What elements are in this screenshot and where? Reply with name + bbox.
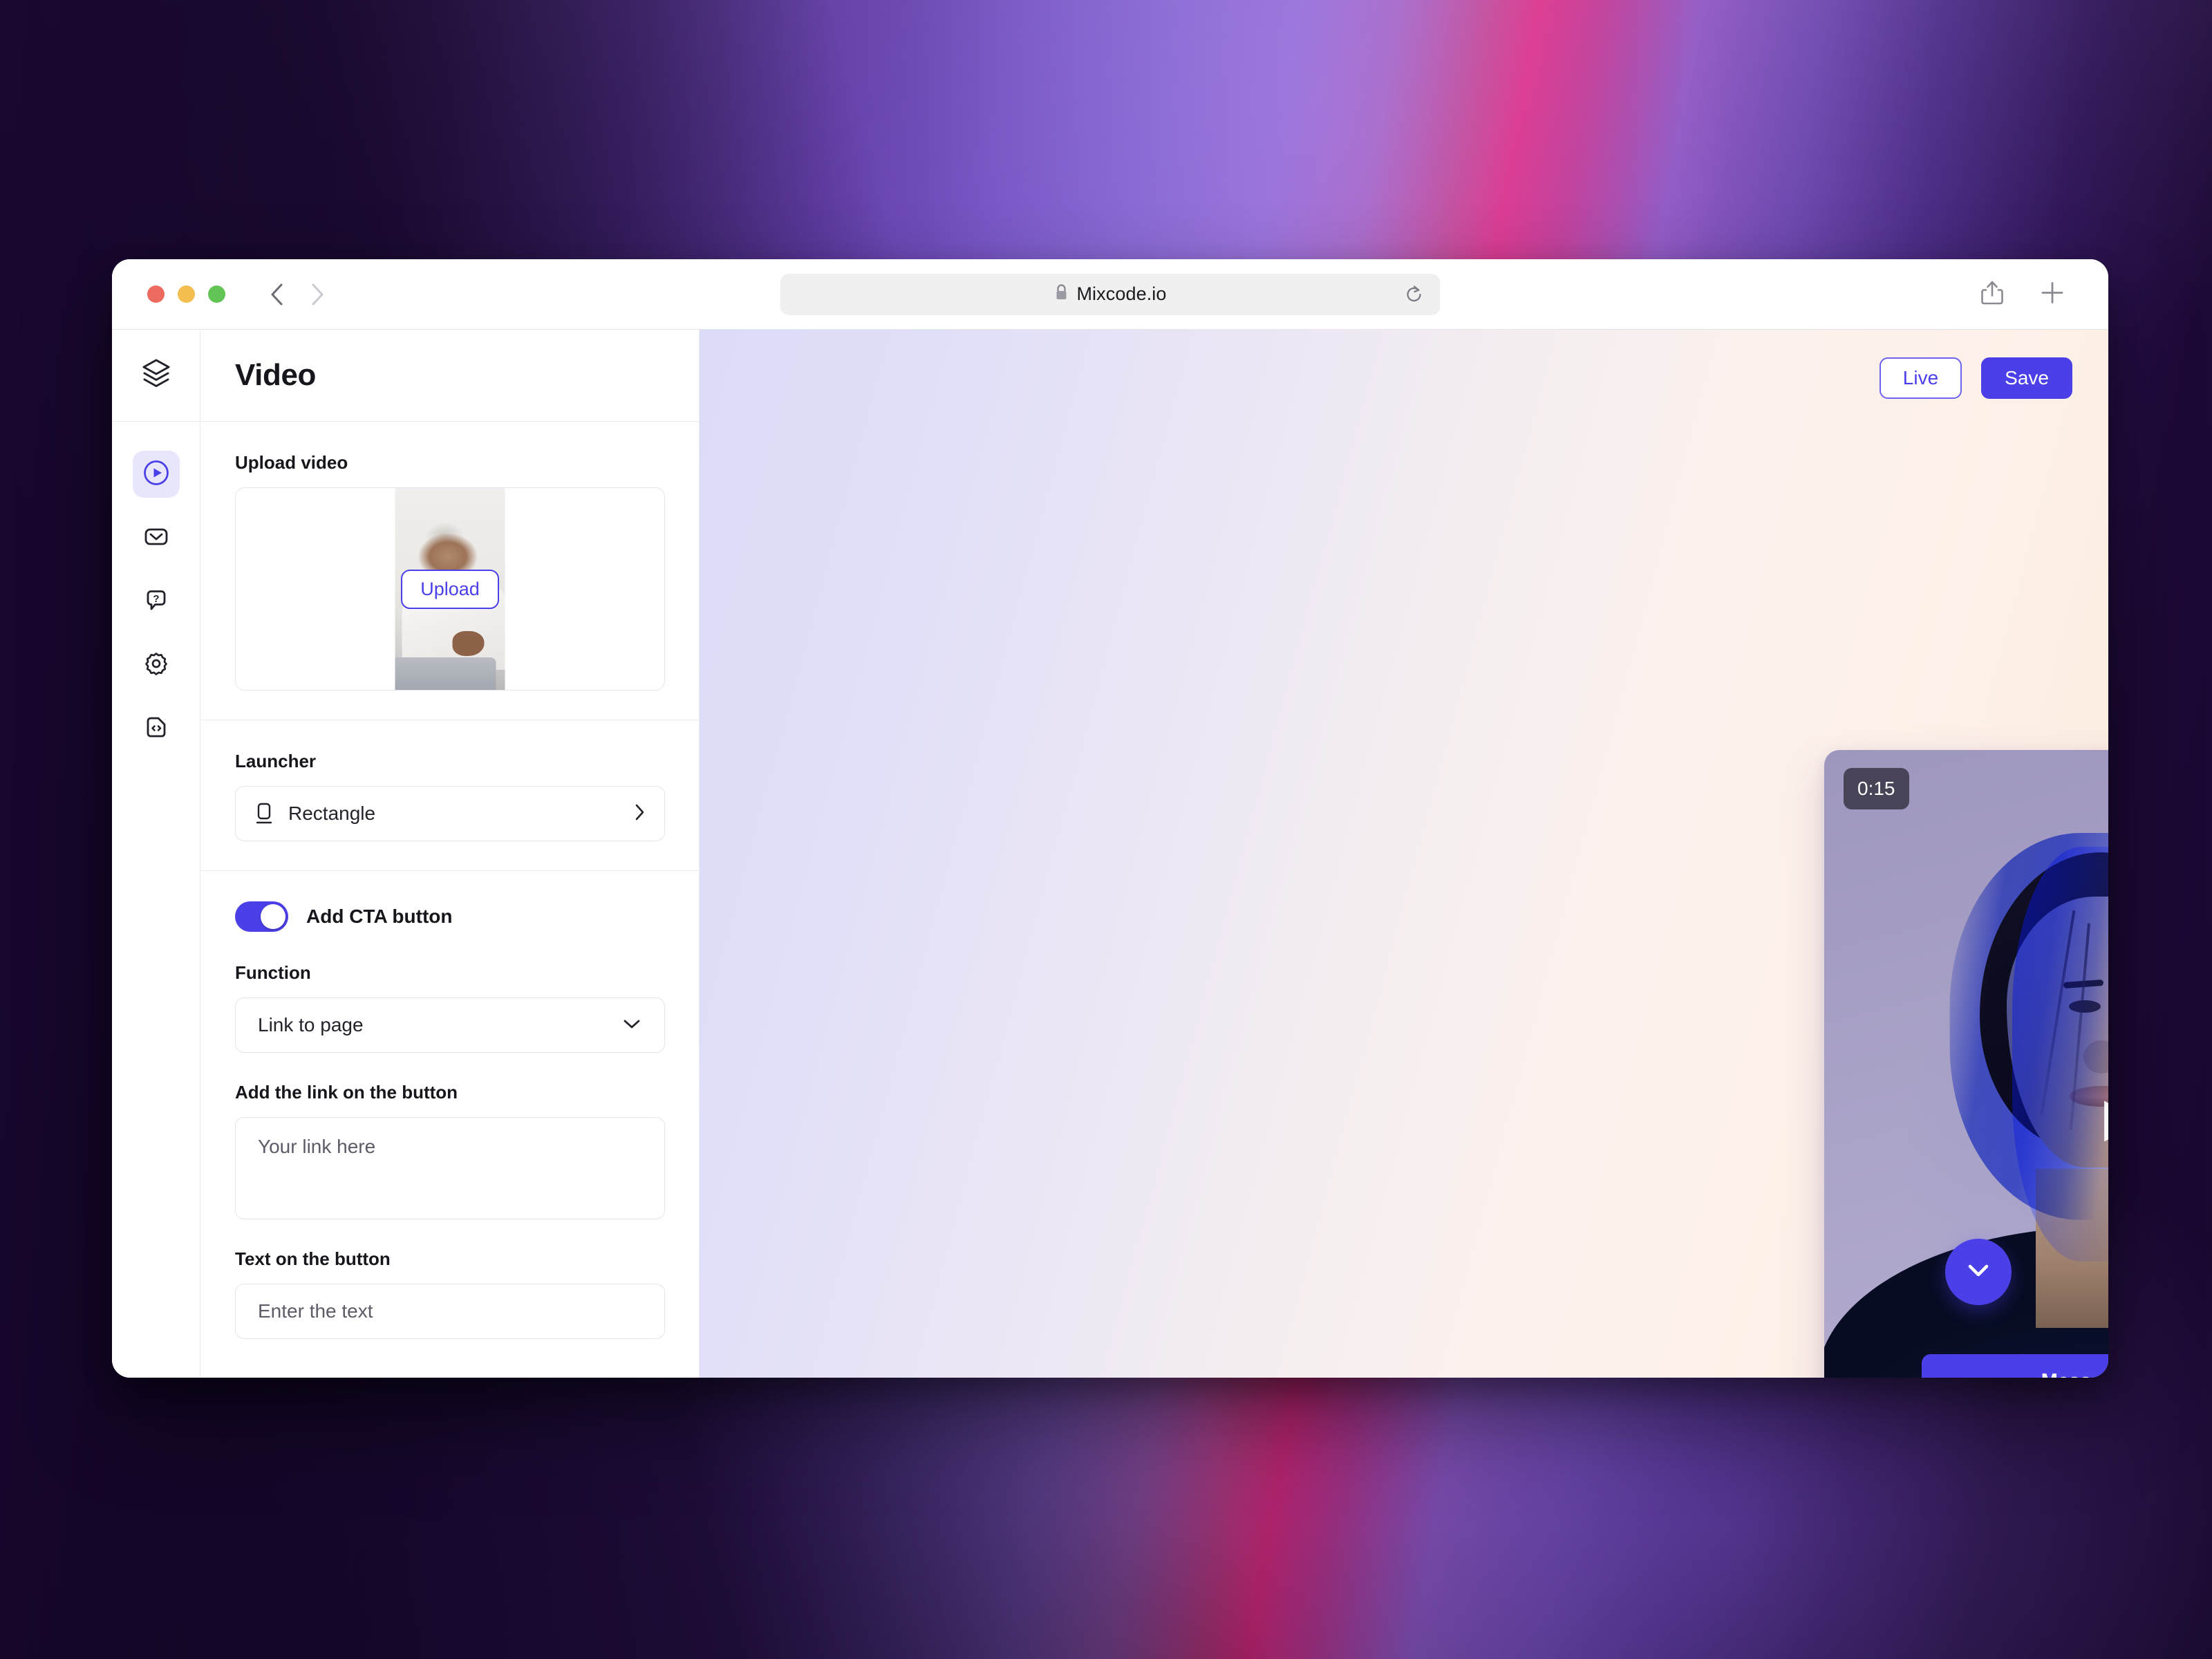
button-text-input[interactable]: Enter the text: [235, 1284, 665, 1339]
gear-icon: [142, 649, 171, 682]
desktop-wallpaper: Mixcode.io ? Video Upload video Upload L…: [0, 0, 2212, 1659]
button-text-label: Text on the button: [235, 1248, 391, 1269]
canvas-actions: Live Save: [1879, 357, 2072, 399]
svg-text:?: ?: [153, 593, 159, 605]
panel-header: Video: [200, 330, 699, 422]
chrome-right-actions[interactable]: [1978, 277, 2065, 311]
button-text-group: Text on the button Enter the text: [235, 1248, 665, 1339]
add-cta-toggle-row[interactable]: Add CTA button: [235, 901, 664, 932]
sidebar-item-video[interactable]: [132, 451, 180, 498]
url-text: Mixcode.io: [1076, 283, 1167, 304]
launcher-value: Rectangle: [288, 803, 376, 824]
function-group: Function Link to page: [235, 962, 665, 1053]
upload-button[interactable]: Upload: [401, 569, 499, 609]
sidebar-item-settings[interactable]: [133, 641, 180, 688]
save-button[interactable]: Save: [1981, 357, 2072, 399]
navigation-arrows[interactable]: [265, 281, 329, 308]
layers-icon: [138, 355, 175, 396]
video-timer: 0:15: [1844, 768, 1909, 809]
collapse-widget-button[interactable]: [1945, 1239, 2012, 1305]
preview-canvas: Live Save 0:15: [700, 330, 2108, 1378]
rectangle-launcher-icon: [254, 802, 274, 825]
button-text-placeholder: Enter the text: [258, 1300, 373, 1322]
browser-chrome: Mixcode.io: [112, 259, 2108, 330]
app-body: ? Video Upload video Upload Launcher Rec…: [112, 330, 2108, 1378]
upload-video-label: Upload video: [235, 452, 348, 473]
close-window-button[interactable]: [147, 285, 165, 303]
function-value: Link to page: [258, 1014, 364, 1035]
maximize-window-button[interactable]: [208, 285, 225, 303]
play-circle-icon: [142, 458, 171, 491]
launcher-section: Launcher Rectangle: [200, 720, 699, 871]
toggle-knob: [261, 904, 285, 929]
chevron-down-icon: [621, 1017, 642, 1034]
page-title: Video: [235, 358, 317, 392]
settings-panel: Video Upload video Upload Launcher Recta…: [200, 330, 700, 1378]
forward-icon[interactable]: [306, 281, 329, 308]
window-controls[interactable]: [147, 285, 225, 303]
chevron-down-icon: [1963, 1260, 1994, 1284]
browser-window: Mixcode.io ? Video Upload video Upload L…: [112, 259, 2108, 1378]
share-icon[interactable]: [1978, 277, 2006, 311]
live-button[interactable]: Live: [1879, 357, 1962, 399]
sidebar-rail: ?: [112, 330, 200, 1378]
launcher-label: Launcher: [235, 751, 317, 771]
sidebar-item-help[interactable]: ?: [133, 578, 180, 625]
envelope-icon: [142, 522, 171, 554]
function-select[interactable]: Link to page: [235, 997, 665, 1053]
reload-icon[interactable]: [1402, 282, 1427, 307]
launcher-select[interactable]: Rectangle: [235, 786, 665, 841]
lock-icon: [1053, 283, 1069, 305]
chevron-right-icon: [632, 802, 646, 826]
add-cta-toggle[interactable]: [235, 901, 288, 932]
preview-cta-button[interactable]: Message me: [1922, 1354, 2108, 1378]
function-label: Function: [235, 962, 311, 983]
sidebar-items: ?: [132, 422, 180, 752]
link-label: Add the link on the button: [235, 1082, 458, 1103]
app-logo: [112, 330, 200, 422]
question-bubble-icon: ?: [142, 585, 171, 618]
add-cta-label: Add CTA button: [306, 906, 453, 927]
upload-video-section: Upload video Upload: [200, 422, 699, 720]
minimize-window-button[interactable]: [178, 285, 195, 303]
link-group: Add the link on the button Your link her…: [235, 1082, 665, 1219]
sidebar-item-embed-code[interactable]: [133, 705, 180, 752]
code-file-icon: [142, 713, 171, 745]
upload-dropzone[interactable]: Upload: [235, 487, 665, 691]
panel-scroll-area[interactable]: Upload video Upload Launcher Rectangle A…: [200, 422, 699, 1378]
cta-section: Add CTA button Function Link to page Add…: [200, 871, 699, 1378]
link-input[interactable]: Your link here: [235, 1117, 665, 1219]
link-placeholder: Your link here: [258, 1136, 376, 1157]
address-bar[interactable]: Mixcode.io: [780, 273, 1441, 315]
plus-icon[interactable]: [2039, 279, 2065, 309]
sidebar-item-inbox[interactable]: [133, 514, 180, 561]
back-icon[interactable]: [265, 281, 289, 308]
